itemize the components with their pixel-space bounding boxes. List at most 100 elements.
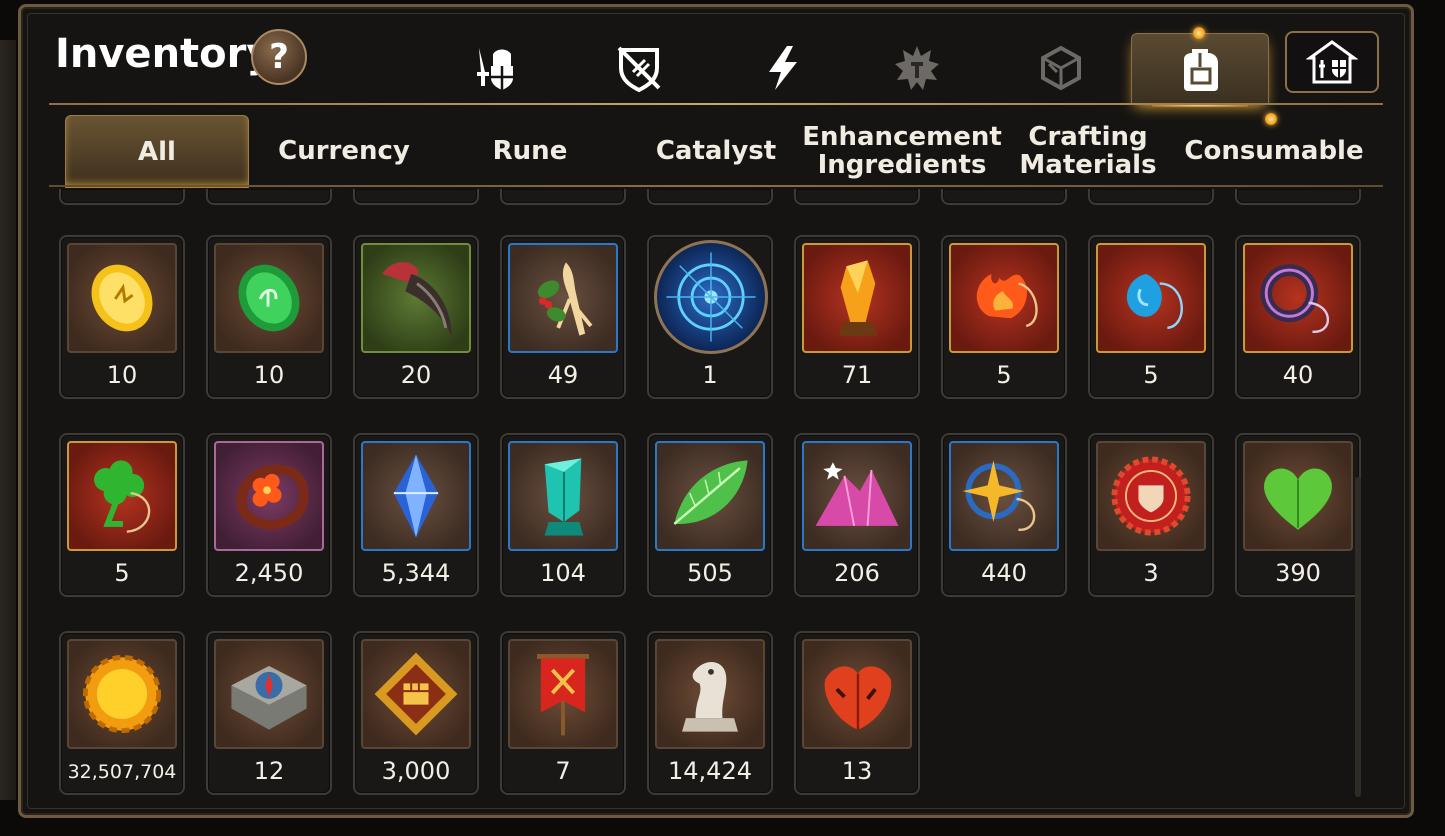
fist-emblem-icon	[374, 652, 458, 736]
item-cell[interactable]: 2,450	[206, 433, 332, 597]
item-cell-partial[interactable]	[500, 189, 626, 205]
tab-gems[interactable]	[877, 33, 957, 103]
item-count: 13	[841, 757, 873, 785]
item-cell-partial[interactable]	[941, 189, 1067, 205]
item-cell[interactable]: 440	[941, 433, 1067, 597]
subtab-label: Crafting Materials	[1019, 122, 1157, 180]
item-cell[interactable]: 5	[59, 433, 185, 597]
subtab-label: Consumable	[1184, 136, 1364, 166]
item-cell[interactable]: 390	[1235, 433, 1361, 597]
subtab-label: Currency	[278, 136, 410, 166]
item-cell[interactable]: 20	[353, 235, 479, 399]
fire-amulet-icon	[976, 273, 1038, 328]
item-frame	[802, 441, 912, 551]
item-frame	[949, 243, 1059, 353]
item-frame	[214, 243, 324, 353]
item-frame	[361, 639, 471, 749]
item-count: 505	[687, 559, 733, 587]
item-cell-partial[interactable]	[206, 189, 332, 205]
red-seal-icon	[1111, 456, 1191, 536]
item-cell[interactable]: 12	[206, 631, 332, 795]
item-cell-partial[interactable]	[647, 189, 773, 205]
item-frame	[1096, 243, 1206, 353]
item-frame	[802, 243, 912, 353]
item-frame	[1096, 441, 1206, 551]
item-cell[interactable]: 5	[1088, 235, 1214, 399]
shop-button[interactable]	[1285, 31, 1379, 93]
item-count: 1	[702, 361, 718, 389]
inventory-panel: Inventory ? All Currency Rune Catalyst E…	[18, 4, 1414, 818]
item-cell[interactable]: 5	[941, 235, 1067, 399]
claw-icon	[382, 262, 452, 336]
item-frame	[508, 639, 618, 749]
item-cell-partial[interactable]	[353, 189, 479, 205]
flower-ring-icon	[236, 464, 309, 530]
subtab-crafting-materials[interactable]: Crafting Materials	[997, 115, 1179, 187]
compass-stone-icon	[231, 666, 307, 730]
item-cell-partial[interactable]	[1088, 189, 1214, 205]
item-cell[interactable]: 40	[1235, 235, 1361, 399]
scrollbar[interactable]	[1355, 477, 1361, 797]
war-banner-icon	[536, 654, 590, 736]
spiky-gear-icon	[895, 46, 939, 90]
gold-stone-icon	[91, 264, 153, 332]
item-cell[interactable]: 32,507,704	[59, 631, 185, 795]
tab-dice[interactable]	[1021, 33, 1101, 103]
blue-diamond-icon	[393, 454, 439, 538]
help-button[interactable]: ?	[251, 29, 307, 85]
subtab-currency[interactable]: Currency	[253, 115, 435, 187]
backpack-icon	[1184, 49, 1218, 91]
subtab-label: Rune	[492, 136, 568, 166]
subtab-all[interactable]: All	[65, 115, 249, 188]
item-frame	[949, 441, 1059, 551]
item-cell[interactable]: 3,000	[353, 631, 479, 795]
tab-inventory[interactable]	[1131, 33, 1269, 107]
item-grid: 10 10 20 49 1 71 5 5 40 5 2,450 5,344 10…	[21, 189, 1411, 809]
item-cell[interactable]: 7	[500, 631, 626, 795]
item-cell[interactable]: 49	[500, 235, 626, 399]
item-frame	[361, 243, 471, 353]
subtab-enhancement-ingredients[interactable]: Enhancement Ingredients	[802, 115, 1002, 187]
green-heart-icon	[1264, 468, 1332, 530]
subtab-catalyst[interactable]: Catalyst	[625, 115, 807, 187]
item-cell[interactable]: 10	[206, 235, 332, 399]
lightning-icon	[769, 46, 797, 90]
item-frame	[655, 441, 765, 551]
item-frame	[1243, 243, 1353, 353]
tab-skills[interactable]	[743, 33, 823, 103]
item-cell[interactable]: 5,344	[353, 433, 479, 597]
item-frame	[802, 639, 912, 749]
item-cell-partial[interactable]	[794, 189, 920, 205]
green-leaf-icon	[673, 460, 748, 525]
item-count: 10	[253, 361, 285, 389]
item-frame	[67, 243, 177, 353]
item-cell[interactable]: 3	[1088, 433, 1214, 597]
item-cell[interactable]: 1	[647, 235, 773, 399]
item-cell[interactable]: 104	[500, 433, 626, 597]
item-frame	[67, 639, 177, 749]
item-cell-partial[interactable]	[59, 189, 185, 205]
item-count: 5	[1143, 361, 1159, 389]
item-count: 32,507,704	[67, 761, 177, 783]
item-count: 5	[996, 361, 1012, 389]
sub-tab-bar: All Currency Rune Catalyst Enhancement I…	[65, 115, 1385, 188]
item-cell[interactable]: 206	[794, 433, 920, 597]
tab-equipment[interactable]	[599, 33, 679, 103]
item-cell[interactable]: 71	[794, 235, 920, 399]
subtab-rune[interactable]: Rune	[439, 115, 621, 187]
item-cell[interactable]: 14,424	[647, 631, 773, 795]
notification-dot	[1193, 27, 1205, 39]
item-count: 5	[114, 559, 130, 587]
item-frame	[214, 441, 324, 551]
item-count: 206	[834, 559, 880, 587]
tab-heroes[interactable]	[453, 33, 533, 103]
item-count: 40	[1282, 361, 1314, 389]
item-frame	[1243, 441, 1353, 551]
item-cell-partial[interactable]	[1235, 189, 1361, 205]
item-cell[interactable]: 505	[647, 433, 773, 597]
item-cell[interactable]: 13	[794, 631, 920, 795]
item-frame	[654, 240, 768, 354]
item-cell[interactable]: 10	[59, 235, 185, 399]
subtab-consumable[interactable]: Consumable	[1183, 115, 1365, 187]
ginseng-root-icon	[537, 262, 593, 336]
